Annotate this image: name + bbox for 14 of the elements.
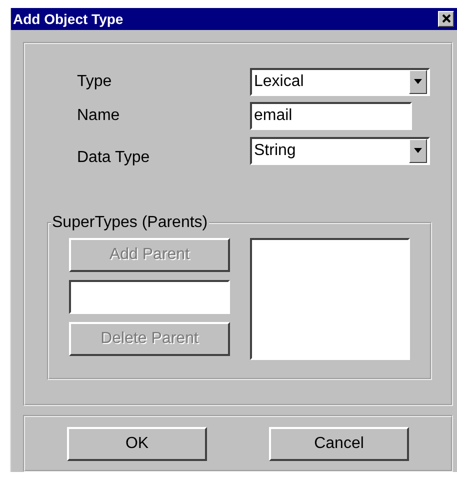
field-label: Name — [76, 106, 121, 125]
parents-list-box[interactable] — [250, 238, 410, 360]
text-field[interactable]: email — [250, 102, 412, 130]
dropdown-field[interactable]: Lexical — [250, 68, 430, 96]
dialog-button[interactable]: Cancel — [269, 426, 409, 460]
field-label: Type — [76, 72, 113, 91]
field-label: Data Type — [76, 148, 151, 167]
window-title: Add Object Type — [13, 10, 124, 27]
parent-input-field[interactable] — [69, 280, 230, 314]
dialog-button[interactable]: OK — [67, 426, 207, 460]
close-icon — [442, 14, 450, 24]
dropdown-field[interactable]: String — [250, 136, 430, 165]
close-button[interactable] — [438, 10, 454, 27]
group-title: SuperTypes (Parents) — [51, 214, 209, 232]
